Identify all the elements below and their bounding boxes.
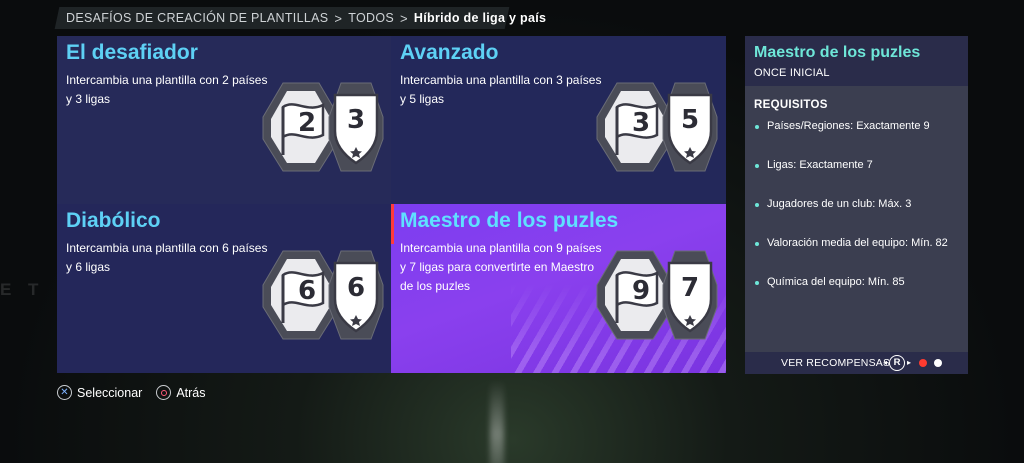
requirement-text: Valoración media del equipo: Mín. 82 <box>767 237 948 249</box>
shield-icon: 7 <box>661 249 719 341</box>
panel-subtitle: ONCE INICIAL <box>754 67 830 79</box>
r-stick-icon[interactable]: R <box>889 355 905 371</box>
requirements-heading: REQUISITOS <box>754 99 828 111</box>
back-hint[interactable]: Atrás <box>156 385 206 400</box>
challenge-title: Diabólico <box>66 209 161 232</box>
requirement-text: Ligas: Exactamente 7 <box>767 159 873 171</box>
view-rewards-label[interactable]: VER RECOMPENSAS <box>781 357 890 369</box>
badge-group: 9 7 <box>595 249 720 341</box>
challenge-tile-el-desafiador[interactable]: El desafiador Intercambia una plantilla … <box>57 36 391 204</box>
badge-group: 3 5 <box>595 81 720 173</box>
panel-footer: VER RECOMPENSAS ◂ R ▸ <box>745 352 968 374</box>
pitch-line <box>490 380 504 463</box>
requirement-item: Valoración media del equipo: Mín. 82 <box>754 237 964 276</box>
circle-button-icon <box>156 385 172 400</box>
shield-icon: 3 <box>327 81 385 173</box>
challenge-tile-avanzado[interactable]: Avanzado Intercambia una plantilla con 3… <box>391 36 726 204</box>
cross-button-icon: ✕ <box>57 385 72 400</box>
bullet-icon <box>755 203 759 207</box>
badge-group: 6 6 <box>261 249 386 341</box>
requirement-text: Jugadores de un club: Máx. 3 <box>767 198 912 210</box>
requirement-text: Química del equipo: Mín. 85 <box>767 276 905 288</box>
breadcrumb-item-current: Híbrido de liga y país <box>413 11 547 25</box>
league-count: 6 <box>346 273 366 303</box>
requirement-item: Países/Regiones: Exactamente 9 <box>754 120 964 159</box>
breadcrumb-separator: > <box>334 10 343 26</box>
breadcrumb-item-2[interactable]: TODOS <box>348 11 394 25</box>
back-label: Atrás <box>176 385 206 400</box>
challenge-description: Intercambia una plantilla con 3 países y… <box>400 73 602 106</box>
challenge-description: Intercambia una plantilla con 2 países y… <box>66 73 268 106</box>
challenge-tile-diabolico[interactable]: Diabólico Intercambia una plantilla con … <box>57 204 391 373</box>
badge-group: 2 3 <box>261 81 386 173</box>
league-count: 7 <box>680 273 700 303</box>
bullet-icon <box>755 242 759 246</box>
requirement-text: Países/Regiones: Exactamente 9 <box>767 120 930 132</box>
challenge-description: Intercambia una plantilla con 6 países y… <box>66 241 268 274</box>
challenge-grid: El desafiador Intercambia una plantilla … <box>57 36 726 373</box>
shield-icon: 5 <box>661 81 719 173</box>
page-indicator[interactable] <box>934 359 942 367</box>
requirement-item: Jugadores de un club: Máx. 3 <box>754 198 964 237</box>
requirement-item: Química del equipo: Mín. 85 <box>754 276 964 315</box>
background-text-left: E T <box>0 280 45 299</box>
shield-icon: 6 <box>327 249 385 341</box>
challenge-tile-maestro-de-los-puzles[interactable]: Maestro de los puzles Intercambia una pl… <box>391 204 726 373</box>
bullet-icon <box>755 281 759 285</box>
page-indicator-active[interactable] <box>919 359 927 367</box>
challenge-title: Maestro de los puzles <box>400 209 619 232</box>
select-hint[interactable]: ✕ Seleccionar <box>57 385 142 400</box>
panel-title: Maestro de los puzles <box>754 44 921 61</box>
challenge-title: El desafiador <box>66 41 198 64</box>
bullet-icon <box>755 164 759 168</box>
requirement-item: Ligas: Exactamente 7 <box>754 159 964 198</box>
breadcrumb-item-1[interactable]: DESAFÍOS DE CREACIÓN DE PLANTILLAS <box>66 11 328 25</box>
select-label: Seleccionar <box>77 385 143 400</box>
button-hints: ✕ Seleccionar Atrás <box>57 385 206 400</box>
challenge-description: Intercambia una plantilla con 9 países y… <box>400 241 602 293</box>
challenge-title: Avanzado <box>400 41 499 64</box>
requirements-list: Países/Regiones: Exactamente 9 Ligas: Ex… <box>754 120 964 315</box>
league-count: 5 <box>680 105 700 135</box>
arrow-right-icon: ▸ <box>907 358 912 367</box>
detail-panel: Maestro de los puzles ONCE INICIAL REQUI… <box>745 36 968 374</box>
panel-header: Maestro de los puzles ONCE INICIAL <box>745 36 968 86</box>
breadcrumb: DESAFÍOS DE CREACIÓN DE PLANTILLAS > TOD… <box>66 9 546 27</box>
league-count: 3 <box>346 105 366 135</box>
arrow-left-icon: ◂ <box>883 358 888 367</box>
bullet-icon <box>755 125 759 129</box>
breadcrumb-separator: > <box>400 10 408 26</box>
